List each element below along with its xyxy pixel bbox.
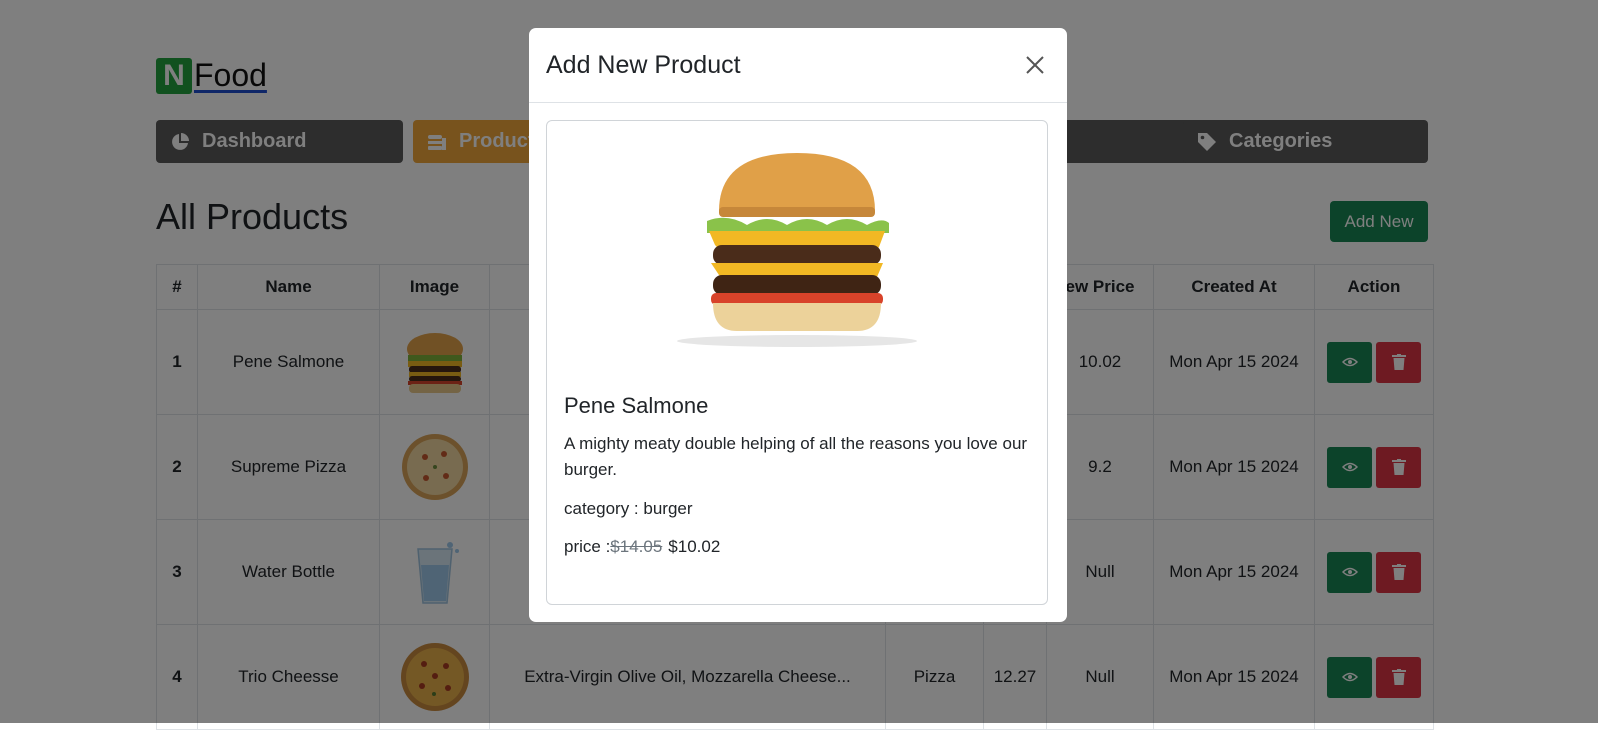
burger-icon [677,153,917,347]
old-price: $14.05 [610,537,663,556]
product-price: price :$14.05 $10.02 [564,537,1034,557]
product-name: Pene Salmone [564,393,709,418]
product-category: category : burger [564,499,693,518]
card-body: Pene Salmone A mighty meaty double helpi… [564,393,1034,557]
close-button[interactable] [1020,50,1050,80]
product-card: Pene Salmone A mighty meaty double helpi… [546,120,1048,605]
new-price: $10.02 [668,537,721,556]
page: N Food Dashboard Products Categories All… [0,0,1598,730]
modal-title: Add New Product [546,50,741,79]
add-product-modal: Add New Product Pene Salmone A mighty me [529,28,1067,622]
product-description: A mighty meaty double helping of all the… [564,434,1028,479]
close-icon [1026,56,1044,74]
price-label: price : [564,537,611,556]
modal-header: Add New Product [529,28,1067,103]
